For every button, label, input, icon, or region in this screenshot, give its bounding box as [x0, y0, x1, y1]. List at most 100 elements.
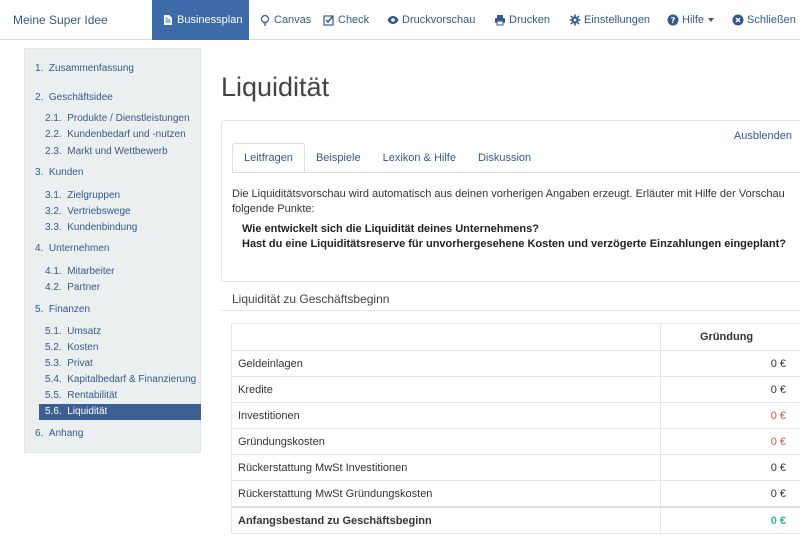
tab-divider: [232, 172, 800, 173]
nav-label: Businessplan: [177, 14, 243, 26]
item-number: 3.: [35, 167, 44, 178]
item-label: Partner: [67, 282, 101, 293]
row-value: 0 €: [770, 462, 786, 474]
item-number: 5.4.: [45, 374, 62, 385]
nav-schliessen[interactable]: Schließen: [732, 0, 796, 40]
item-number: 3.3.: [45, 222, 62, 233]
item-number: 4.2.: [45, 282, 62, 293]
printer-icon: [495, 15, 505, 26]
nav-check[interactable]: Check: [323, 0, 369, 40]
item-number: 3.2.: [45, 206, 62, 217]
item-label: Rentabilität: [67, 390, 118, 401]
column-divider: [660, 481, 661, 506]
eye-icon: [387, 16, 399, 24]
item-number: 1.: [35, 63, 44, 74]
section-title: Liquidität zu Geschäftsbeginn: [232, 292, 390, 306]
column-divider: [660, 351, 661, 376]
sidebar-item-kunden[interactable]: 3. Kunden: [35, 167, 83, 178]
tab-beispiele[interactable]: Beispiele: [305, 143, 372, 173]
tab-bar: Leitfragen Beispiele Lexikon & Hilfe Dis…: [232, 143, 792, 173]
brand-link[interactable]: Meine Super Idee: [13, 13, 108, 27]
nav-label: Hilfe: [682, 14, 705, 26]
sidebar-item-markt[interactable]: 2.3. Markt und Wettbewerb: [45, 146, 168, 157]
item-label: Finanzen: [48, 304, 91, 315]
row-label: Geldeinlagen: [238, 358, 303, 370]
row-label: Gründungskosten: [238, 436, 325, 448]
sidebar-item-kundenbedarf[interactable]: 2.2. Kundenbedarf und -nutzen: [45, 129, 186, 140]
tab-lexikon[interactable]: Lexikon & Hilfe: [372, 143, 467, 173]
sidebar-item-umsatz[interactable]: 5.1. Umsatz: [45, 326, 101, 337]
item-label: Kundenbedarf und -nutzen: [67, 129, 186, 140]
sidebar-item-zusammenfassung[interactable]: 1. Zusammenfassung: [35, 63, 134, 74]
item-label: Kunden: [48, 167, 84, 178]
nav-label: Canvas: [274, 14, 312, 26]
item-number: 5.6.: [45, 406, 62, 417]
hide-link[interactable]: Ausblenden: [734, 130, 792, 142]
sidebar-item-produkte[interactable]: 2.1. Produkte / Dienstleistungen: [45, 113, 190, 124]
question-2: Hast du eine Liquiditätsreserve für unvo…: [242, 238, 786, 250]
table-row: Kredite 0 €: [232, 376, 800, 402]
nav-label: Druckvorschau: [402, 14, 476, 26]
column-divider: [660, 403, 661, 428]
nav-drucken[interactable]: Drucken: [494, 0, 550, 40]
sidebar-item-finanzen[interactable]: 5. Finanzen: [35, 304, 90, 315]
sidebar-item-vertriebswege[interactable]: 3.2. Vertriebswege: [45, 206, 131, 217]
column-divider: [660, 377, 661, 402]
item-number: 6.: [35, 428, 44, 439]
sidebar-nav: 1. Zusammenfassung 2. Geschäftsidee 2.1.…: [24, 48, 201, 453]
sidebar-item-partner[interactable]: 4.2. Partner: [45, 282, 100, 293]
row-value: 0 €: [770, 384, 786, 396]
table-header-row: Gründung: [232, 324, 800, 350]
item-number: 4.: [35, 243, 44, 254]
nav-label: Check: [338, 14, 370, 26]
sidebar-item-zielgruppen[interactable]: 3.1. Zielgruppen: [45, 190, 120, 201]
sidebar-item-anhang[interactable]: 6. Anhang: [35, 428, 83, 439]
nav-label: Einstellungen: [584, 14, 651, 26]
page-title: Liquidität: [221, 72, 330, 102]
table-row: Geldeinlagen 0 €: [232, 350, 800, 376]
row-value: 0 €: [770, 488, 786, 500]
item-number: 5.2.: [45, 342, 62, 353]
sidebar-item-geschaeftsidee[interactable]: 2. Geschäftsidee: [35, 92, 113, 103]
item-label: Unternehmen: [48, 243, 110, 254]
item-label: Privat: [67, 358, 93, 369]
table-row: Investitionen 0 €: [232, 402, 800, 428]
table-row: Gründungskosten 0 €: [232, 428, 800, 454]
tab-diskussion[interactable]: Diskussion: [467, 143, 542, 173]
table-total-row: Anfangsbestand zu Geschäftsbeginn 0 €: [232, 506, 800, 533]
item-label: Mitarbeiter: [67, 266, 115, 277]
row-value-negative: 0 €: [770, 436, 786, 448]
sidebar-item-unternehmen[interactable]: 4. Unternehmen: [35, 243, 110, 254]
sidebar-item-mitarbeiter[interactable]: 4.1. Mitarbeiter: [45, 266, 115, 277]
item-label: Liquidität: [67, 406, 108, 417]
row-label: Investitionen: [238, 410, 300, 422]
checkbox-icon: [323, 15, 334, 26]
item-label: Zusammenfassung: [48, 63, 134, 74]
document-icon: [164, 15, 172, 25]
tab-leitfragen[interactable]: Leitfragen: [232, 143, 305, 173]
nav-druckvorschau[interactable]: Druckvorschau: [387, 0, 475, 40]
row-label: Kredite: [238, 384, 273, 396]
item-label: Kosten: [67, 342, 99, 353]
item-label: Kapitalbedarf & Finanzierung: [67, 374, 197, 385]
nav-canvas[interactable]: Canvas: [259, 0, 311, 40]
top-navbar: Meine Super Idee Businessplan Canvas Che…: [0, 0, 800, 40]
item-number: 5.3.: [45, 358, 62, 369]
gear-icon: [569, 14, 581, 26]
sidebar-item-privat[interactable]: 5.3. Privat: [45, 358, 93, 369]
nav-businessplan[interactable]: Businessplan: [152, 0, 249, 40]
item-number: 5.: [35, 304, 44, 315]
column-header-gruendung: Gründung: [700, 331, 754, 343]
item-label: Geschäftsidee: [48, 92, 113, 103]
row-label: Rückerstattung MwSt Gründungskosten: [238, 488, 433, 500]
nav-einstellungen[interactable]: Einstellungen: [569, 0, 650, 40]
sidebar-item-kundenbindung[interactable]: 3.3. Kundenbindung: [45, 222, 137, 233]
sidebar-item-kapitalbedarf[interactable]: 5.4. Kapitalbedarf & Finanzierung: [45, 374, 196, 385]
item-label: Produkte / Dienstleistungen: [67, 113, 190, 124]
nav-label: Drucken: [509, 14, 550, 26]
sidebar-item-rentabilitaet[interactable]: 5.5. Rentabilität: [45, 390, 117, 401]
item-number: 2.2.: [45, 129, 62, 140]
sidebar-item-kosten[interactable]: 5.2. Kosten: [45, 342, 98, 353]
sidebar-item-liquiditaet[interactable]: 5.6. Liquidität: [39, 404, 201, 420]
nav-hilfe[interactable]: ? Hilfe: [667, 0, 715, 40]
